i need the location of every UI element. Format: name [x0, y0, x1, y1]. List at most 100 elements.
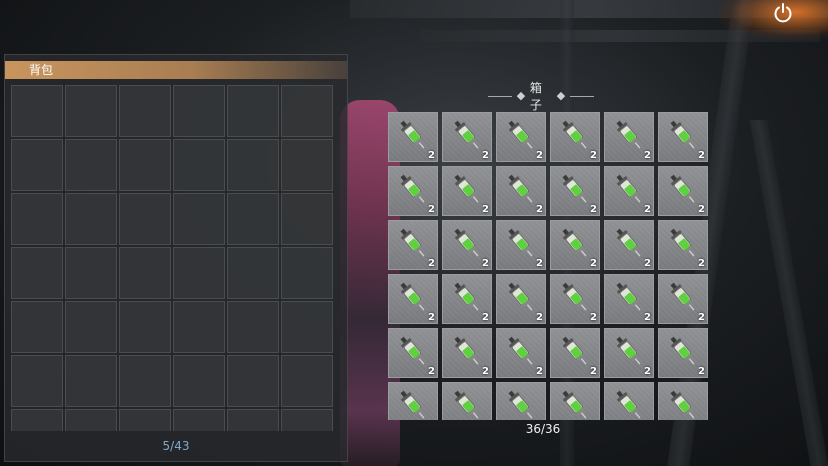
backpack-slot[interactable]: [173, 409, 225, 431]
box-slot[interactable]: 2: [550, 328, 600, 378]
box-slot[interactable]: 2: [658, 166, 708, 216]
backpack-slot[interactable]: [227, 355, 279, 407]
backpack-slot[interactable]: [11, 301, 63, 353]
box-slot[interactable]: 2: [496, 328, 546, 378]
syringe-icon: [503, 117, 539, 153]
box-slot[interactable]: 2: [604, 274, 654, 324]
backpack-slot[interactable]: [281, 193, 333, 245]
item-quantity: 2: [428, 366, 435, 377]
backpack-slot[interactable]: [11, 139, 63, 191]
backpack-slot[interactable]: [173, 139, 225, 191]
backpack-slot[interactable]: [281, 247, 333, 299]
syringe-icon: [557, 117, 593, 153]
background-beam: [749, 120, 828, 466]
backpack-capacity: 5/43: [162, 439, 190, 453]
box-slot[interactable]: 2: [658, 220, 708, 270]
backpack-slot[interactable]: [281, 409, 333, 431]
box-slot[interactable]: 2: [550, 112, 600, 162]
backpack-slot[interactable]: [227, 247, 279, 299]
backpack-slot[interactable]: [173, 355, 225, 407]
item-quantity: 2: [590, 150, 597, 161]
backpack-slot[interactable]: [227, 85, 279, 137]
backpack-slot[interactable]: [173, 193, 225, 245]
syringe-icon: [611, 333, 647, 369]
syringe-icon: [665, 333, 701, 369]
backpack-slot[interactable]: [119, 193, 171, 245]
backpack-slot[interactable]: [65, 355, 117, 407]
box-slot[interactable]: 2: [388, 112, 438, 162]
backpack-slot[interactable]: [227, 193, 279, 245]
box-capacity: 36/36: [525, 422, 561, 436]
backpack-slot[interactable]: [11, 247, 63, 299]
box-slot[interactable]: 2: [388, 328, 438, 378]
box-slot[interactable]: 2: [442, 166, 492, 216]
backpack-slot[interactable]: [11, 355, 63, 407]
box-slot[interactable]: 2: [604, 112, 654, 162]
backpack-slot[interactable]: [119, 301, 171, 353]
item-quantity: 2: [698, 312, 705, 323]
box-slot[interactable]: 2: [550, 166, 600, 216]
box-slot[interactable]: 2: [658, 328, 708, 378]
backpack-slot[interactable]: [281, 139, 333, 191]
backpack-slot[interactable]: [119, 409, 171, 431]
backpack-slot[interactable]: [65, 139, 117, 191]
power-icon[interactable]: [772, 2, 794, 24]
box-slot[interactable]: 2: [550, 274, 600, 324]
backpack-slot[interactable]: [119, 355, 171, 407]
box-slot[interactable]: [658, 382, 708, 420]
item-quantity: 2: [428, 150, 435, 161]
box-slot[interactable]: [604, 382, 654, 420]
box-slot[interactable]: 2: [658, 112, 708, 162]
backpack-slot[interactable]: [227, 139, 279, 191]
backpack-slot[interactable]: [281, 355, 333, 407]
item-quantity: 2: [644, 258, 651, 269]
backpack-slot[interactable]: [11, 193, 63, 245]
backpack-slot[interactable]: [11, 409, 63, 431]
syringe-icon: [665, 225, 701, 261]
backpack-slot[interactable]: [173, 301, 225, 353]
box-slot[interactable]: [442, 382, 492, 420]
backpack-slot[interactable]: [281, 301, 333, 353]
box-slot[interactable]: 2: [388, 274, 438, 324]
syringe-icon: [395, 387, 431, 420]
box-slot[interactable]: [550, 382, 600, 420]
box-slot[interactable]: 2: [388, 220, 438, 270]
box-slot[interactable]: 2: [604, 328, 654, 378]
backpack-slot[interactable]: [119, 139, 171, 191]
box-slot[interactable]: 2: [496, 166, 546, 216]
backpack-slot[interactable]: [65, 301, 117, 353]
box-slot[interactable]: 2: [442, 328, 492, 378]
background-beam: [420, 30, 820, 42]
box-slot[interactable]: 2: [442, 220, 492, 270]
item-quantity: 2: [482, 258, 489, 269]
syringe-icon: [449, 225, 485, 261]
box-slot[interactable]: 2: [496, 112, 546, 162]
backpack-slot[interactable]: [65, 409, 117, 431]
box-slot[interactable]: [388, 382, 438, 420]
box-slot[interactable]: 2: [496, 274, 546, 324]
item-quantity: 2: [428, 312, 435, 323]
backpack-slot[interactable]: [119, 85, 171, 137]
backpack-slot[interactable]: [173, 247, 225, 299]
syringe-icon: [503, 333, 539, 369]
backpack-slot[interactable]: [65, 193, 117, 245]
backpack-slot[interactable]: [65, 85, 117, 137]
box-slot[interactable]: 2: [604, 220, 654, 270]
box-slot[interactable]: 2: [604, 166, 654, 216]
box-slot[interactable]: 2: [442, 112, 492, 162]
box-slot[interactable]: 2: [496, 220, 546, 270]
box-slot[interactable]: [496, 382, 546, 420]
item-quantity: 2: [698, 258, 705, 269]
box-slot[interactable]: 2: [388, 166, 438, 216]
backpack-slot[interactable]: [227, 301, 279, 353]
backpack-slot[interactable]: [119, 247, 171, 299]
item-quantity: 2: [644, 366, 651, 377]
box-slot[interactable]: 2: [442, 274, 492, 324]
backpack-slot[interactable]: [173, 85, 225, 137]
backpack-slot[interactable]: [227, 409, 279, 431]
backpack-slot[interactable]: [65, 247, 117, 299]
box-slot[interactable]: 2: [550, 220, 600, 270]
backpack-slot[interactable]: [11, 85, 63, 137]
backpack-slot[interactable]: [281, 85, 333, 137]
box-slot[interactable]: 2: [658, 274, 708, 324]
